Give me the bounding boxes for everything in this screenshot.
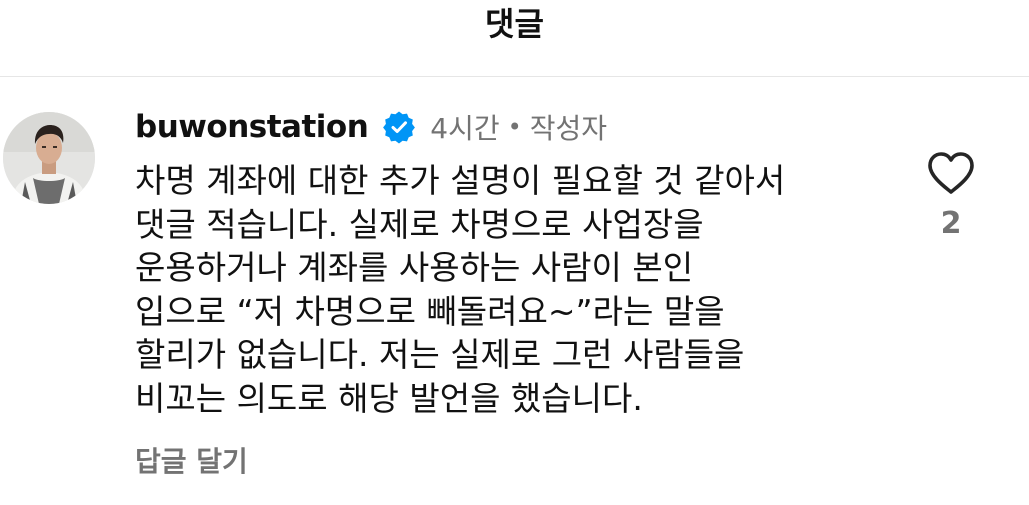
author-tag: 작성자	[529, 112, 608, 145]
page-title: 댓글	[485, 5, 544, 43]
comment-header: buwonstation 4시간 • 작성자	[135, 104, 607, 150]
like-count: 2	[940, 206, 962, 241]
heart-outline-icon	[928, 152, 974, 194]
comment-timestamp: 4시간	[430, 112, 500, 145]
reply-button[interactable]: 답글 달기	[135, 440, 248, 480]
meta-separator: •	[507, 113, 522, 141]
verified-badge-icon	[382, 110, 416, 144]
comments-header: 댓글	[0, 0, 1029, 77]
like-button[interactable]	[925, 149, 977, 197]
avatar[interactable]	[3, 112, 95, 204]
username-link[interactable]: buwonstation	[135, 109, 369, 145]
comment-text: 차명 계좌에 대한 추가 설명이 필요할 것 같아서 댓글 적습니다. 실제로 …	[135, 161, 786, 418]
avatar-photo	[3, 112, 95, 204]
